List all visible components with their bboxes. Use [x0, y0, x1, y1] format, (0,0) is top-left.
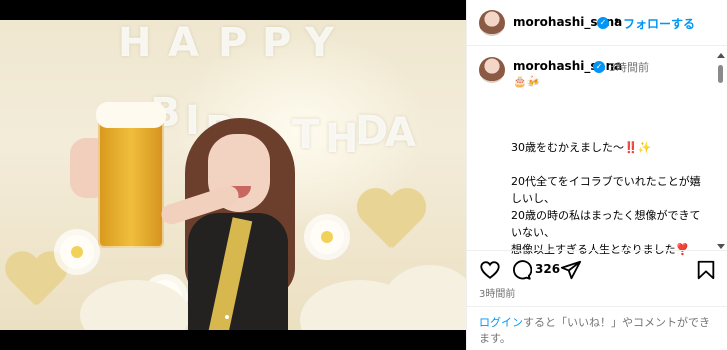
balloon-letter: D: [355, 108, 389, 154]
caption-area: morohashi_sana ✓ 3時間前 🎂🍻 30歳をむかえました〜‼️✨ …: [467, 47, 727, 256]
balloon-letter: A: [385, 110, 416, 156]
caption-username-link[interactable]: morohashi_sana: [513, 59, 622, 73]
scroll-up-arrow-icon[interactable]: [717, 53, 725, 58]
caption-timestamp[interactable]: 3時間前: [609, 59, 649, 75]
separator-dot: •: [613, 14, 621, 28]
share-icon[interactable]: [560, 259, 582, 281]
login-link[interactable]: ログイン: [479, 316, 523, 329]
caption-scrollbar[interactable]: [716, 53, 726, 249]
avatar[interactable]: [479, 10, 505, 36]
verified-badge-icon: ✓: [593, 61, 605, 73]
balloon-letter: Y: [305, 20, 334, 66]
heart-balloon: [4, 253, 67, 307]
post-header: morohashi_sana ✓ • フォローする: [467, 0, 727, 46]
balloon-letter: H: [118, 20, 152, 66]
comment-icon[interactable]: [510, 259, 532, 281]
post-media[interactable]: H A P P Y B I R T H D A: [0, 0, 466, 350]
heart-balloon: [355, 190, 425, 250]
post-sidebar: morohashi_sana ✓ • フォローする morohashi_sana…: [466, 0, 727, 350]
balloon-letter: A: [168, 20, 199, 66]
follow-button[interactable]: フォローする: [623, 15, 695, 32]
caption-text: 30歳をむかえました〜‼️✨ 20代全てをイコラブでいれたことが嬉しいし、 20…: [511, 141, 701, 256]
heart-icon[interactable]: [479, 259, 501, 281]
carousel-dot: [225, 315, 229, 319]
photo: H A P P Y B I R T H D A: [0, 20, 466, 330]
cushion: [380, 265, 466, 330]
comment-count[interactable]: 326: [535, 262, 560, 276]
scroll-down-arrow-icon[interactable]: [717, 244, 725, 249]
balloon-letter: P: [218, 20, 248, 66]
scroll-thumb[interactable]: [718, 65, 723, 83]
beer-mug: [70, 102, 168, 248]
avatar[interactable]: [479, 57, 505, 83]
post-time-ago[interactable]: 3時間前: [479, 285, 515, 300]
carousel-dots: [225, 315, 229, 319]
balloon-letter: P: [262, 20, 292, 66]
balloon-letter: H: [325, 116, 359, 162]
flower-decoration: [310, 220, 344, 254]
caption-emoji-line: 🎂🍻: [513, 75, 541, 88]
person: [180, 118, 310, 330]
login-prompt: ログインすると「いいね！」やコメントができます。: [467, 306, 727, 350]
bookmark-icon[interactable]: [695, 259, 717, 281]
verified-badge-icon: ✓: [597, 17, 609, 29]
flower-decoration: [60, 235, 94, 269]
